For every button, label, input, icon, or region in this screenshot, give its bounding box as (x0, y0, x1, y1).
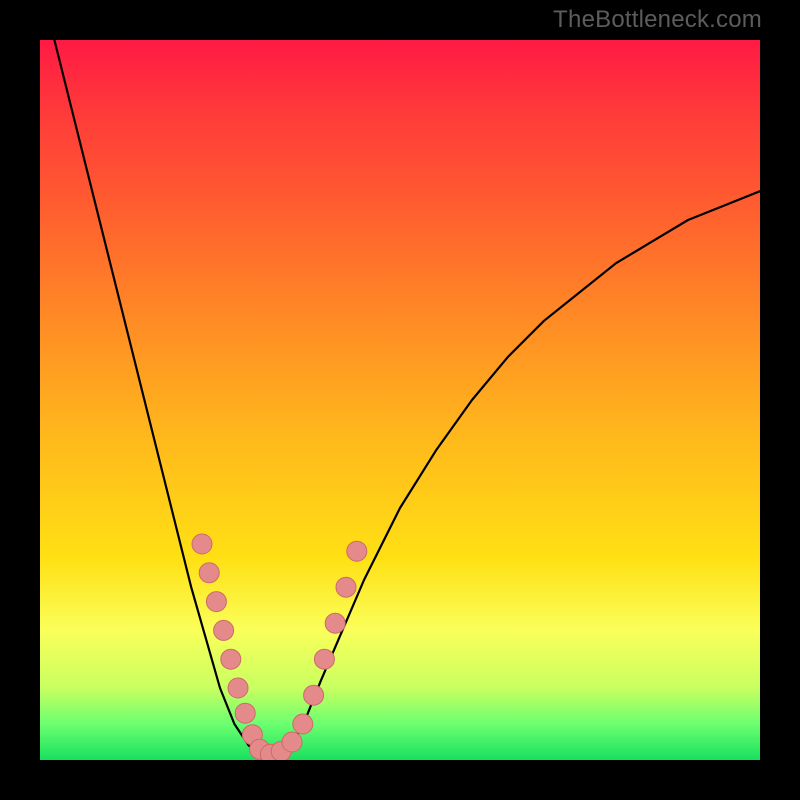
data-marker (206, 592, 226, 612)
chart-svg (40, 40, 760, 760)
data-marker (228, 678, 248, 698)
bottleneck-curve (54, 40, 760, 756)
data-marker (199, 563, 219, 583)
data-marker (221, 649, 241, 669)
data-marker (192, 534, 212, 554)
data-marker (293, 714, 313, 734)
data-marker (347, 541, 367, 561)
data-marker (336, 577, 356, 597)
data-marker (235, 703, 255, 723)
data-marker (325, 613, 345, 633)
branding-watermark: TheBottleneck.com (553, 6, 762, 34)
data-marker (214, 620, 234, 640)
data-marker (314, 649, 334, 669)
plot-area (40, 40, 760, 760)
data-marker (304, 685, 324, 705)
data-marker (282, 732, 302, 752)
chart-container: TheBottleneck.com (0, 0, 800, 800)
